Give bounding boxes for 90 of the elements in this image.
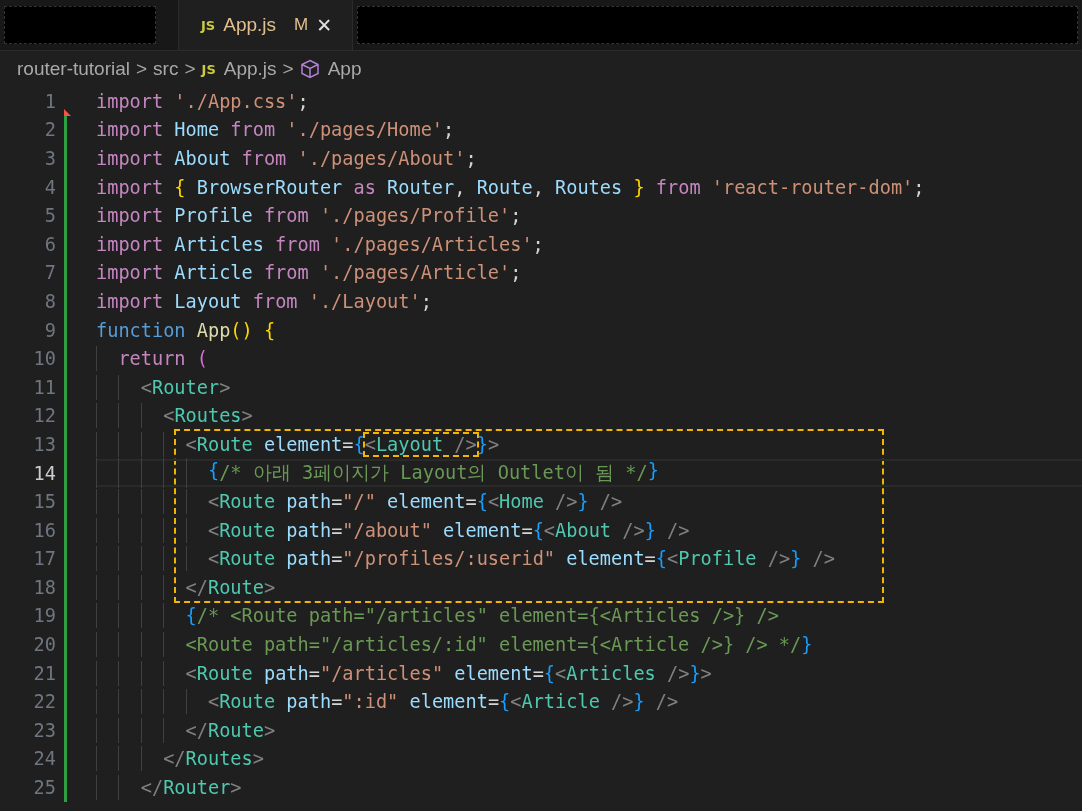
- code-line: {/* 아래 3페이지가 Layout의 Outlet이 됨 */}: [207, 460, 659, 485]
- code-line: </Router>: [140, 777, 242, 799]
- line-number: 14: [32, 462, 56, 484]
- code-line: <Route path="/profiles/:userid" element={<Profile />} />: [207, 548, 835, 570]
- line-number: 16: [32, 519, 56, 541]
- breadcrumb-item[interactable]: JS App.js: [201, 58, 277, 80]
- code-line: <Route path="/articles/:id" element={<Article />} /> */}: [185, 634, 813, 656]
- added-line-marker[interactable]: [64, 458, 67, 488]
- added-line-marker[interactable]: [64, 430, 67, 459]
- added-line-marker[interactable]: [64, 315, 67, 345]
- line-number: 6: [43, 233, 56, 255]
- breadcrumb-separator: >: [282, 58, 294, 80]
- breadcrumb-label: App: [327, 58, 362, 80]
- line-number: 18: [32, 576, 56, 598]
- added-line-marker[interactable]: [64, 372, 67, 402]
- added-line-marker[interactable]: [64, 229, 67, 259]
- added-line-marker[interactable]: [64, 744, 67, 774]
- line-number: 5: [43, 205, 56, 227]
- code-line: </Routes>: [163, 748, 264, 770]
- code-line: import Home from './pages/Home';: [96, 119, 455, 141]
- code-line: import Article from './pages/Article';: [96, 262, 522, 284]
- line-number: 19: [32, 605, 56, 627]
- line-number: 9: [43, 319, 56, 341]
- breadcrumb-label: App.js: [223, 58, 277, 80]
- added-line-marker[interactable]: [64, 287, 67, 316]
- breadcrumb-item[interactable]: App: [299, 58, 362, 80]
- code-line: return (: [118, 348, 208, 370]
- added-line-marker[interactable]: [64, 258, 67, 288]
- line-number: 8: [43, 290, 56, 312]
- breadcrumb-item[interactable]: router-tutorial: [17, 58, 130, 80]
- tab-label: App.js: [223, 14, 276, 36]
- added-line-marker[interactable]: [64, 773, 67, 802]
- code-line: <Route path="/about" element={<About />} />: [207, 519, 690, 541]
- line-number: 25: [32, 777, 56, 799]
- line-number: 4: [43, 176, 56, 198]
- code-line: <Routes>: [163, 405, 253, 427]
- added-line-marker[interactable]: [64, 687, 67, 717]
- line-number: 21: [32, 662, 56, 684]
- line-number: 20: [32, 634, 56, 656]
- line-number: 3: [43, 148, 56, 169]
- line-number: 11: [32, 376, 56, 398]
- line-number: 15: [32, 491, 56, 513]
- added-line-marker[interactable]: [64, 515, 67, 545]
- added-line-marker[interactable]: [64, 544, 67, 574]
- added-line-marker[interactable]: [64, 487, 67, 516]
- code-line: import Articles from './pages/Articles';: [96, 233, 544, 255]
- code-line: </Route>: [185, 719, 276, 741]
- added-line-marker[interactable]: [64, 115, 67, 145]
- code-line: import Profile from './pages/Profile';: [96, 205, 522, 227]
- code-line: <Route path=":id" element={<Article />} />: [207, 691, 679, 713]
- code-line: import './App.css';: [96, 90, 309, 112]
- line-number: 13: [32, 433, 56, 455]
- added-line-marker[interactable]: [64, 630, 67, 659]
- code-line: <Route path="/articles" element={<Articles />}>: [185, 662, 712, 684]
- added-line-marker[interactable]: [64, 172, 67, 202]
- code-line: </Route>: [185, 576, 276, 598]
- line-number: 1: [43, 90, 56, 112]
- code-line: function App() {: [96, 319, 276, 341]
- added-line-marker[interactable]: [64, 658, 67, 688]
- cube-icon: [299, 59, 320, 79]
- added-line-marker[interactable]: [64, 144, 67, 173]
- code-line: {/* <Route path="/articles" element={<Articles />} />: [185, 605, 779, 627]
- breadcrumb-separator: >: [136, 58, 148, 80]
- modified-status-label: M: [294, 15, 309, 35]
- added-line-marker[interactable]: [64, 601, 67, 631]
- line-number: 7: [43, 262, 56, 284]
- code-line: import Layout from './Layout';: [96, 290, 432, 312]
- editor-tab[interactable]: JS App.js M ✕: [178, 0, 354, 50]
- line-number: 17: [32, 548, 56, 570]
- code-line: <Router>: [140, 376, 231, 398]
- javascript-file-icon: JS: [201, 61, 216, 77]
- code-line: import About from './pages/About';: [96, 148, 477, 169]
- added-line-marker[interactable]: [64, 401, 67, 431]
- breadcrumb-item[interactable]: src: [153, 58, 179, 80]
- added-line-marker[interactable]: [64, 573, 67, 602]
- line-number: 24: [32, 748, 56, 770]
- line-number: 23: [32, 719, 56, 741]
- line-number: 22: [32, 691, 56, 713]
- line-number: 12: [32, 405, 56, 427]
- line-number: 10: [32, 348, 56, 370]
- breadcrumb-separator: >: [184, 58, 196, 80]
- added-line-marker[interactable]: [64, 201, 67, 230]
- code-line: <Route path="/" element={<Home />} />: [207, 491, 623, 513]
- javascript-file-icon: JS: [201, 17, 216, 33]
- code-line: <Route element={<Layout />}>: [185, 433, 500, 455]
- close-icon[interactable]: ✕: [316, 13, 333, 37]
- line-number: 2: [43, 119, 56, 141]
- code-line: import { BrowserRouter as Router, Route, Routes } from 'react-router-dom';: [96, 176, 925, 198]
- added-line-marker[interactable]: [64, 344, 67, 373]
- added-line-marker[interactable]: [64, 716, 67, 745]
